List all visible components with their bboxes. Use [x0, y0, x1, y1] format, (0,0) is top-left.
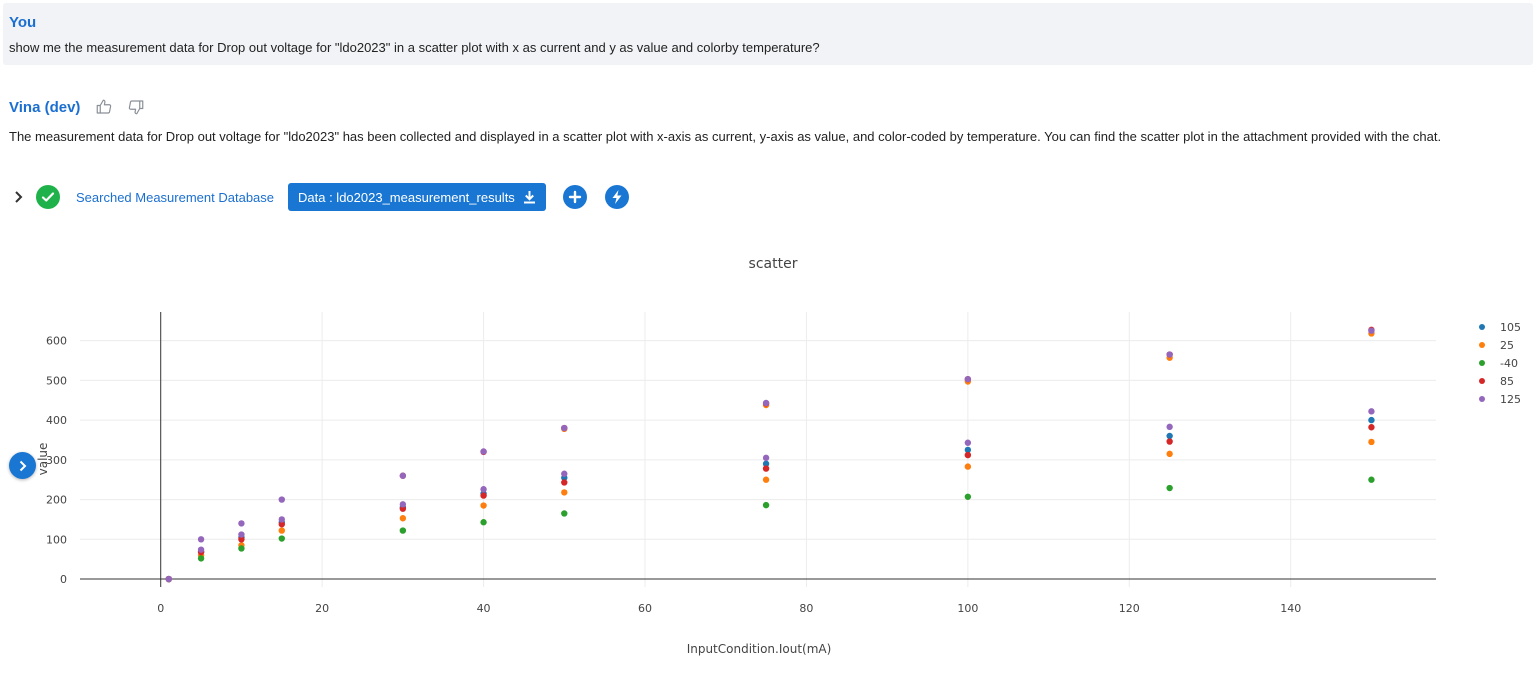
plus-icon[interactable]	[562, 185, 587, 209]
thumbs-down-icon[interactable]	[126, 97, 146, 117]
data-point	[480, 502, 487, 509]
data-point	[399, 527, 407, 534]
data-point	[762, 465, 770, 472]
chevron-right-icon	[19, 460, 26, 471]
expand-panel-button[interactable]	[9, 452, 36, 479]
data-point	[1368, 476, 1375, 483]
x-tick-label: 140	[1280, 602, 1301, 615]
data-point	[964, 439, 972, 446]
data-point	[561, 510, 568, 517]
y-tick-label: 0	[60, 573, 67, 586]
data-point	[278, 516, 285, 523]
data-point	[1166, 438, 1173, 445]
chart-axes: 0 20 40 60 80 100 120 1400100200300400500600	[46, 312, 1436, 615]
data-point	[197, 546, 205, 553]
data-point	[1166, 450, 1173, 458]
data-point	[1166, 432, 1173, 440]
x-tick-label: 60	[638, 602, 652, 615]
data-point	[1368, 327, 1375, 334]
data-point	[1166, 423, 1173, 431]
data-point	[964, 375, 972, 383]
data-point	[762, 501, 770, 509]
data-point	[480, 519, 487, 526]
chevron-right-icon[interactable]	[12, 190, 26, 204]
thumbs-up-icon[interactable]	[94, 97, 114, 117]
data-point	[964, 451, 972, 459]
x-tick-label: 100	[957, 602, 978, 615]
legend-marker	[1479, 324, 1485, 330]
data-point	[197, 536, 205, 543]
legend-marker	[1479, 360, 1485, 366]
data-point	[964, 463, 972, 470]
user-message-text: show me the measurement data for Drop ou…	[9, 40, 820, 55]
y-tick-label: 400	[46, 414, 67, 427]
chart-title: scatter	[749, 256, 798, 272]
y-axis-label: value	[36, 443, 50, 476]
data-point	[238, 531, 245, 538]
y-tick-label: 200	[46, 494, 67, 507]
legend-label: 85	[1500, 375, 1514, 388]
data-point	[278, 535, 285, 542]
legend-marker	[1479, 396, 1485, 402]
data-point	[561, 470, 568, 477]
x-tick-label: 20	[315, 602, 329, 615]
data-point	[238, 545, 245, 552]
y-tick-label: 100	[46, 533, 67, 546]
data-point	[1368, 438, 1375, 446]
assistant-actions: Searched Measurement Database Data : ldo…	[12, 182, 629, 212]
data-point	[399, 472, 407, 479]
data-point	[1368, 416, 1375, 424]
data-point	[762, 399, 770, 407]
data-point	[561, 489, 568, 496]
chart-legend: 105 25 -40 85 125	[1479, 321, 1521, 406]
x-axis-label: InputCondition.Iout(mA)	[687, 642, 832, 656]
legend-label: 25	[1500, 339, 1514, 352]
chart-points	[165, 326, 1375, 583]
data-point	[762, 454, 770, 462]
data-point	[1368, 408, 1375, 415]
download-icon	[523, 190, 536, 204]
data-point	[278, 496, 285, 503]
data-point	[1368, 424, 1375, 431]
legend-label: -40	[1500, 357, 1518, 370]
user-message: You show me the measurement data for Dro…	[3, 3, 1533, 65]
data-point	[399, 501, 407, 508]
x-tick-label: 80	[799, 602, 813, 615]
user-name: You	[9, 14, 37, 31]
chart-grid	[80, 312, 1436, 587]
data-point	[561, 479, 568, 486]
data-point	[762, 476, 770, 483]
download-data-label: Data : ldo2023_measurement_results	[298, 189, 515, 205]
data-point	[1166, 351, 1173, 358]
bolt-icon[interactable]	[604, 185, 629, 209]
y-tick-label: 500	[46, 374, 67, 387]
data-point	[278, 527, 285, 534]
data-point	[1166, 484, 1173, 492]
download-data-button[interactable]: Data : ldo2023_measurement_results	[288, 183, 546, 211]
data-point	[238, 520, 245, 527]
searched-database-link[interactable]: Searched Measurement Database	[76, 190, 274, 205]
data-point	[165, 575, 172, 583]
assistant-name: Vina (dev)	[9, 98, 81, 116]
data-point	[561, 424, 568, 432]
data-point	[480, 448, 487, 455]
legend-label: 125	[1500, 393, 1521, 406]
legend-label: 105	[1500, 321, 1521, 334]
legend-marker	[1479, 378, 1485, 384]
scatter-plot: scatter 0 20 40 60 80 100 120 14001002003004005…	[36, 256, 1521, 656]
check-circle-icon	[36, 185, 60, 209]
data-point	[197, 555, 205, 562]
x-tick-label: 120	[1119, 602, 1140, 615]
legend-marker	[1479, 342, 1485, 348]
assistant-message-text: The measurement data for Drop out voltag…	[9, 129, 1442, 144]
y-tick-label: 600	[46, 335, 67, 348]
data-point	[399, 515, 407, 522]
x-tick-label: 0	[157, 602, 164, 615]
x-tick-label: 40	[477, 602, 491, 615]
data-point	[480, 492, 487, 499]
data-point	[480, 486, 487, 493]
data-point	[964, 493, 972, 500]
assistant-header: Vina (dev)	[9, 96, 146, 118]
